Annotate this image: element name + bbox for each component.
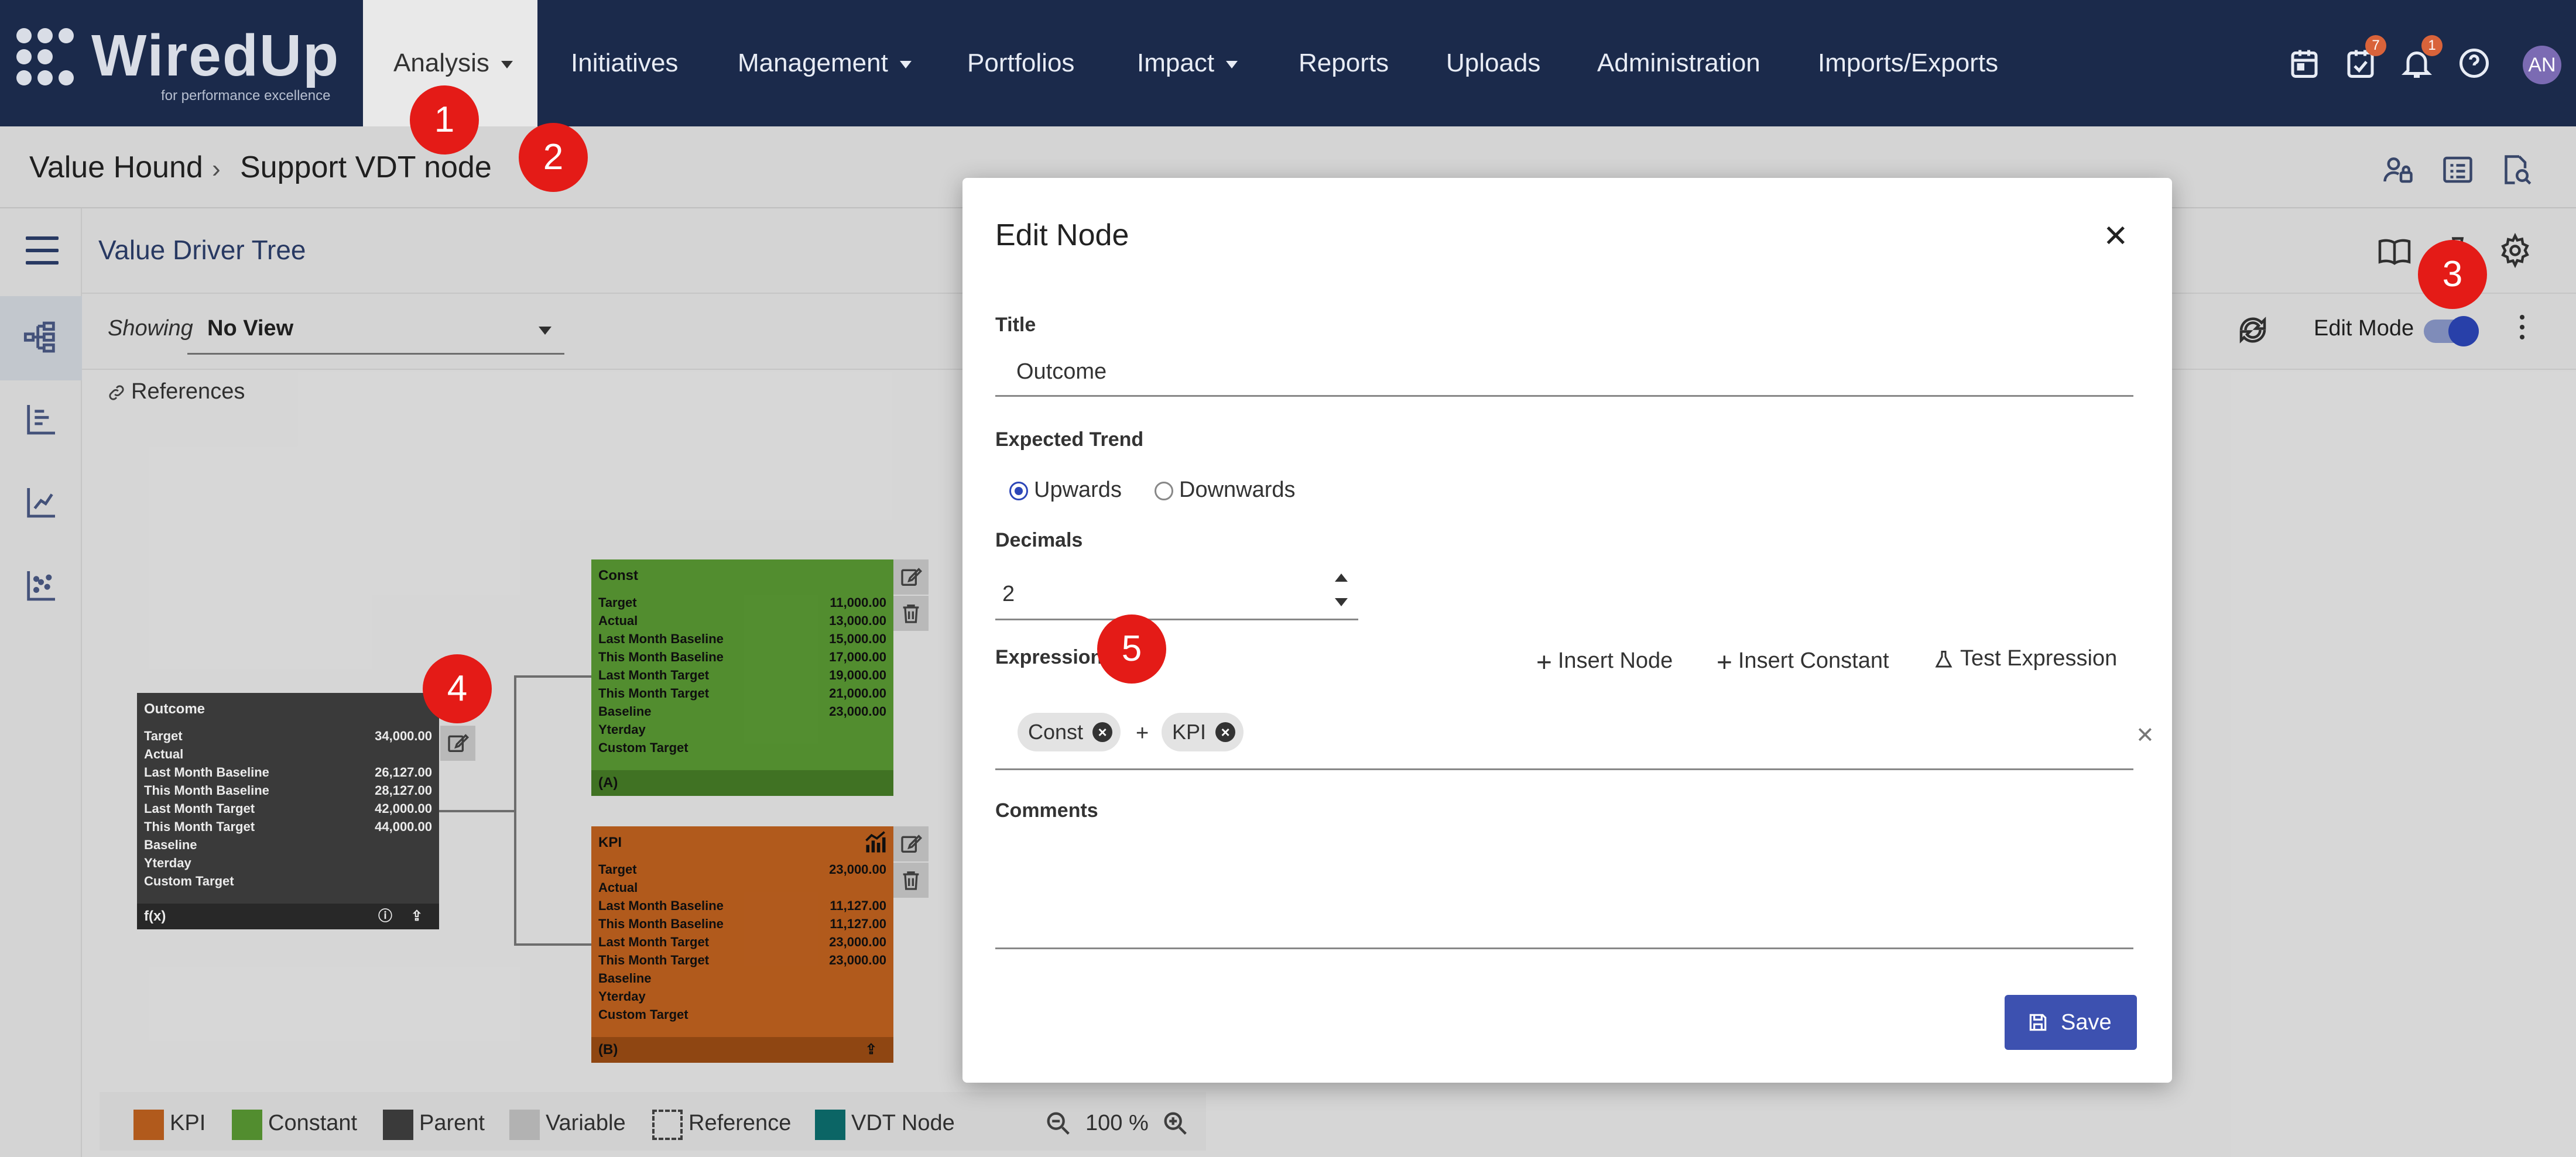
tasks-icon[interactable]: 7: [2343, 35, 2386, 81]
title-field[interactable]: Outcome: [995, 348, 2133, 397]
chip-label: KPI: [1172, 720, 1207, 744]
remove-chip-icon[interactable]: ×: [1092, 722, 1113, 742]
trend-upwards-label: Upwards: [1034, 478, 1122, 502]
avatar[interactable]: AN: [2523, 46, 2561, 84]
trend-downwards-radio[interactable]: Downwards: [1155, 478, 1296, 503]
chevron-down-icon: [1226, 60, 1238, 68]
nav-initiatives[interactable]: Initiatives: [571, 0, 678, 126]
dialog-title: Edit Node: [995, 218, 1129, 252]
remove-chip-icon[interactable]: ×: [1215, 722, 1236, 742]
expression-operator: +: [1136, 721, 1149, 746]
title-field-value: Outcome: [1016, 359, 1107, 384]
save-label: Save: [2061, 1010, 2112, 1035]
nav-initiatives-label: Initiatives: [571, 49, 679, 77]
test-expression-label: Test Expression: [1960, 646, 2118, 671]
comments-field[interactable]: [995, 828, 2133, 949]
comments-label: Comments: [995, 799, 1098, 822]
radio-unchecked-icon: [1155, 481, 1173, 500]
trend-downwards-label: Downwards: [1179, 478, 1296, 502]
nav-portfolios[interactable]: Portfolios: [967, 0, 1074, 126]
insert-constant-label: Insert Constant: [1738, 648, 1889, 674]
tasks-badge: 7: [2365, 35, 2386, 56]
logo-tagline: for performance excellence: [161, 88, 331, 104]
test-expression-button[interactable]: Test Expression: [1933, 646, 2117, 671]
nav-analysis-label: Analysis: [393, 49, 489, 77]
callout-marker: 4: [423, 654, 492, 723]
wiredup-logo[interactable]: WiredUp for performance excellence: [16, 16, 356, 110]
callout-marker: 1: [410, 85, 479, 155]
nav-portfolios-label: Portfolios: [967, 49, 1075, 77]
chevron-down-icon: [501, 60, 513, 68]
trend-upwards-radio[interactable]: Upwards: [1009, 478, 1122, 503]
save-button[interactable]: Save: [2005, 995, 2137, 1050]
expression-field[interactable]: Const × + KPI × ✕: [995, 705, 2154, 770]
plus-icon: +: [1717, 647, 1732, 677]
calendar-icon[interactable]: [2287, 46, 2322, 81]
title-field-label: Title: [995, 314, 1036, 336]
nav-impact[interactable]: Impact: [1137, 0, 1238, 126]
nav-reports[interactable]: Reports: [1299, 0, 1389, 126]
decrement-icon[interactable]: [1335, 598, 1348, 606]
callout-marker: 2: [519, 123, 588, 192]
save-icon: [2029, 1014, 2047, 1031]
nav-management[interactable]: Management: [738, 0, 912, 126]
nav-administration-label: Administration: [1597, 49, 1760, 77]
clear-expression-icon[interactable]: ✕: [2136, 722, 2154, 749]
chevron-down-icon: [899, 60, 912, 68]
increment-icon[interactable]: [1335, 574, 1348, 582]
nav-reports-label: Reports: [1299, 49, 1389, 77]
nav-impact-label: Impact: [1137, 49, 1215, 77]
expression-chip-kpi[interactable]: KPI ×: [1162, 713, 1244, 751]
chip-label: Const: [1028, 720, 1084, 744]
close-icon[interactable]: ✕: [2103, 221, 2129, 252]
nav-imports-exports-label: Imports/Exports: [1818, 49, 1999, 77]
expression-label: Expression: [995, 646, 1103, 668]
insert-node-label: Insert Node: [1557, 648, 1673, 674]
help-icon[interactable]: [2457, 46, 2492, 81]
callout-marker: 3: [2418, 240, 2487, 309]
plus-icon: +: [1536, 647, 1552, 677]
notifications-badge: 1: [2421, 35, 2443, 56]
insert-node-button[interactable]: + Insert Node: [1536, 646, 1673, 678]
nav-administration[interactable]: Administration: [1597, 0, 1760, 126]
radio-checked-icon: [1009, 481, 1028, 500]
logo-text: WiredUp: [91, 23, 340, 88]
decimals-value: 2: [1002, 582, 1015, 606]
nav-management-label: Management: [738, 49, 888, 77]
nav-imports-exports[interactable]: Imports/Exports: [1818, 0, 1998, 126]
nav-uploads-label: Uploads: [1446, 49, 1541, 77]
expected-trend-label: Expected Trend: [995, 428, 1144, 451]
decimals-label: Decimals: [995, 529, 1083, 551]
decimals-stepper[interactable]: 2: [995, 564, 1358, 620]
insert-constant-button[interactable]: + Insert Constant: [1717, 646, 1889, 678]
expression-chip-const[interactable]: Const ×: [1018, 713, 1121, 751]
top-navigation-bar: WiredUp for performance excellence Analy…: [0, 0, 2576, 126]
callout-marker: 5: [1097, 614, 1166, 684]
bell-icon[interactable]: 1: [2399, 35, 2443, 81]
nav-uploads[interactable]: Uploads: [1446, 0, 1540, 126]
logo-dots-icon: [16, 28, 81, 92]
flask-icon: [1935, 650, 1952, 668]
